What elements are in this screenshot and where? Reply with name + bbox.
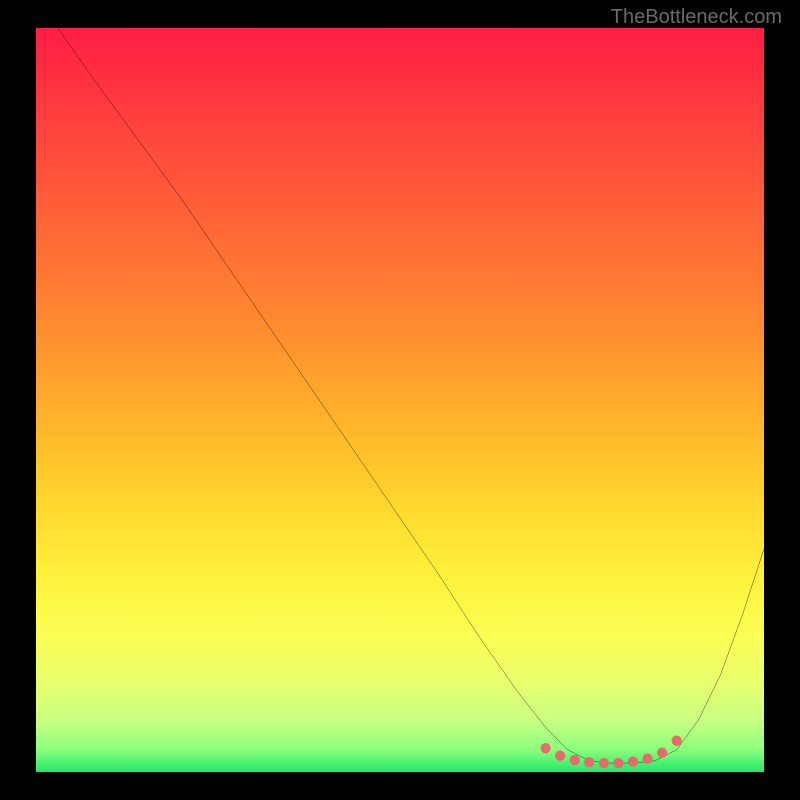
marker-dot xyxy=(672,736,682,746)
marker-dot xyxy=(613,758,623,768)
watermark-text: TheBottleneck.com xyxy=(611,6,782,29)
plot-area xyxy=(36,28,764,772)
curve-markers xyxy=(541,736,682,769)
marker-dot xyxy=(541,743,551,753)
chart-svg xyxy=(36,28,764,772)
marker-dot xyxy=(642,753,652,763)
marker-dot xyxy=(657,747,667,757)
marker-dot xyxy=(628,756,638,766)
marker-dot xyxy=(599,758,609,768)
marker-dot xyxy=(584,757,594,767)
marker-dot xyxy=(555,750,565,760)
bottleneck-curve xyxy=(58,28,764,763)
marker-dot xyxy=(570,755,580,765)
